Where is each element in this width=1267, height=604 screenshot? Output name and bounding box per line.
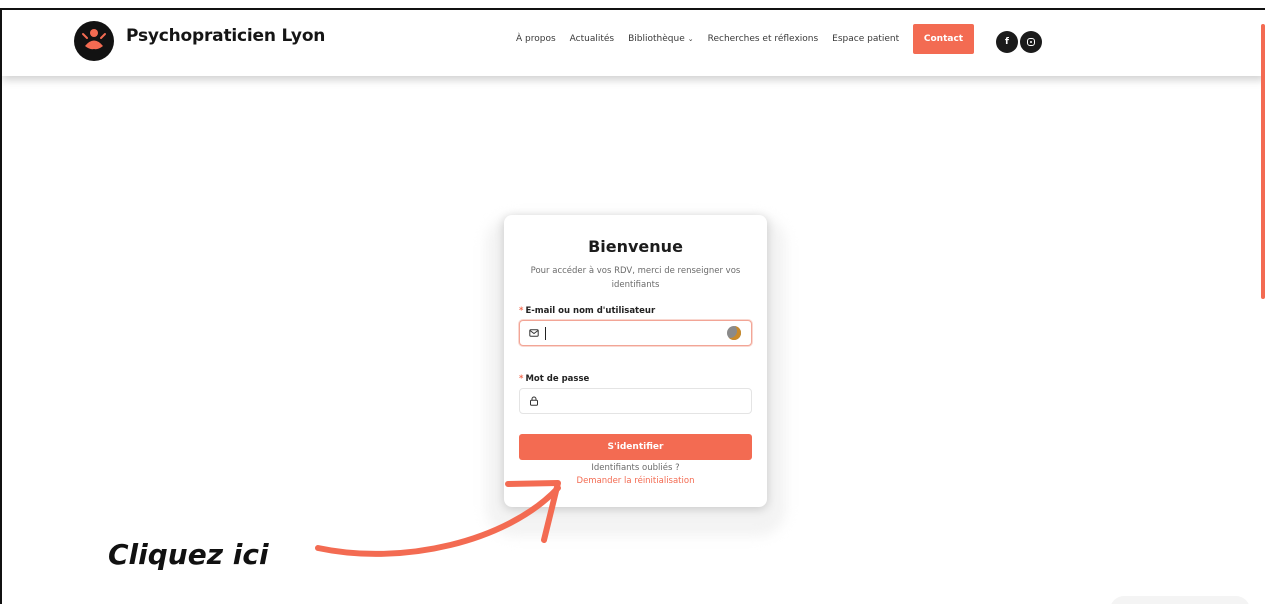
meditation-figure-icon[interactable] — [74, 21, 114, 61]
login-card: Bienvenue Pour accéder à vos RDV, merci … — [504, 215, 767, 507]
login-title: Bienvenue — [588, 237, 683, 256]
password-manager-icon[interactable] — [727, 326, 741, 340]
nav-item-espace-patient[interactable]: Espace patient — [832, 34, 899, 44]
password-field[interactable] — [519, 388, 752, 414]
contact-button[interactable]: Contact — [913, 24, 974, 54]
password-label-text: Mot de passe — [525, 374, 590, 384]
password-label: * Mot de passe — [519, 374, 752, 384]
lock-icon — [530, 396, 538, 406]
login-subtitle: Pour accéder à vos RDV, merci de renseig… — [530, 266, 741, 290]
email-label-text: E-mail ou nom d'utilisateur — [525, 306, 656, 316]
chevron-down-icon: ⌄ — [687, 35, 694, 43]
site-header: Psychopraticien Lyon À propos Actualités… — [2, 10, 1265, 76]
nav-item-bibliotheque[interactable]: Bibliothèque ⌄ — [628, 34, 694, 44]
nav-item-apropos[interactable]: À propos — [516, 34, 556, 44]
reset-password-link[interactable]: Demander la réinitialisation — [519, 476, 752, 486]
instagram-icon[interactable] — [1020, 31, 1042, 53]
instagram-glyph — [1027, 38, 1035, 46]
mail-icon — [529, 329, 539, 337]
email-label: * E-mail ou nom d'utilisateur — [519, 306, 752, 316]
callout-text: Cliquez ici — [108, 538, 269, 571]
email-field[interactable] — [519, 320, 752, 346]
nav-item-recherches[interactable]: Recherches et réflexions — [708, 34, 819, 44]
site-title[interactable]: Psychopraticien Lyon — [126, 26, 325, 46]
browser-frame: Psychopraticien Lyon À propos Actualités… — [0, 8, 1265, 604]
text-cursor — [545, 327, 546, 340]
forgot-credentials-text: Identifiants oubliés ? — [591, 463, 680, 473]
nav-item-actualites[interactable]: Actualités — [570, 34, 614, 44]
chat-widget-edge — [1110, 596, 1250, 604]
required-mark: * — [519, 306, 524, 316]
required-mark: * — [519, 374, 524, 384]
nav-item-bibliotheque-label: Bibliothèque — [628, 34, 685, 44]
login-button[interactable]: S'identifier — [519, 434, 752, 460]
main-nav: À propos Actualités Bibliothèque ⌄ Recher… — [516, 34, 899, 44]
facebook-icon[interactable]: f — [996, 31, 1018, 53]
scrollbar[interactable] — [1261, 24, 1265, 299]
